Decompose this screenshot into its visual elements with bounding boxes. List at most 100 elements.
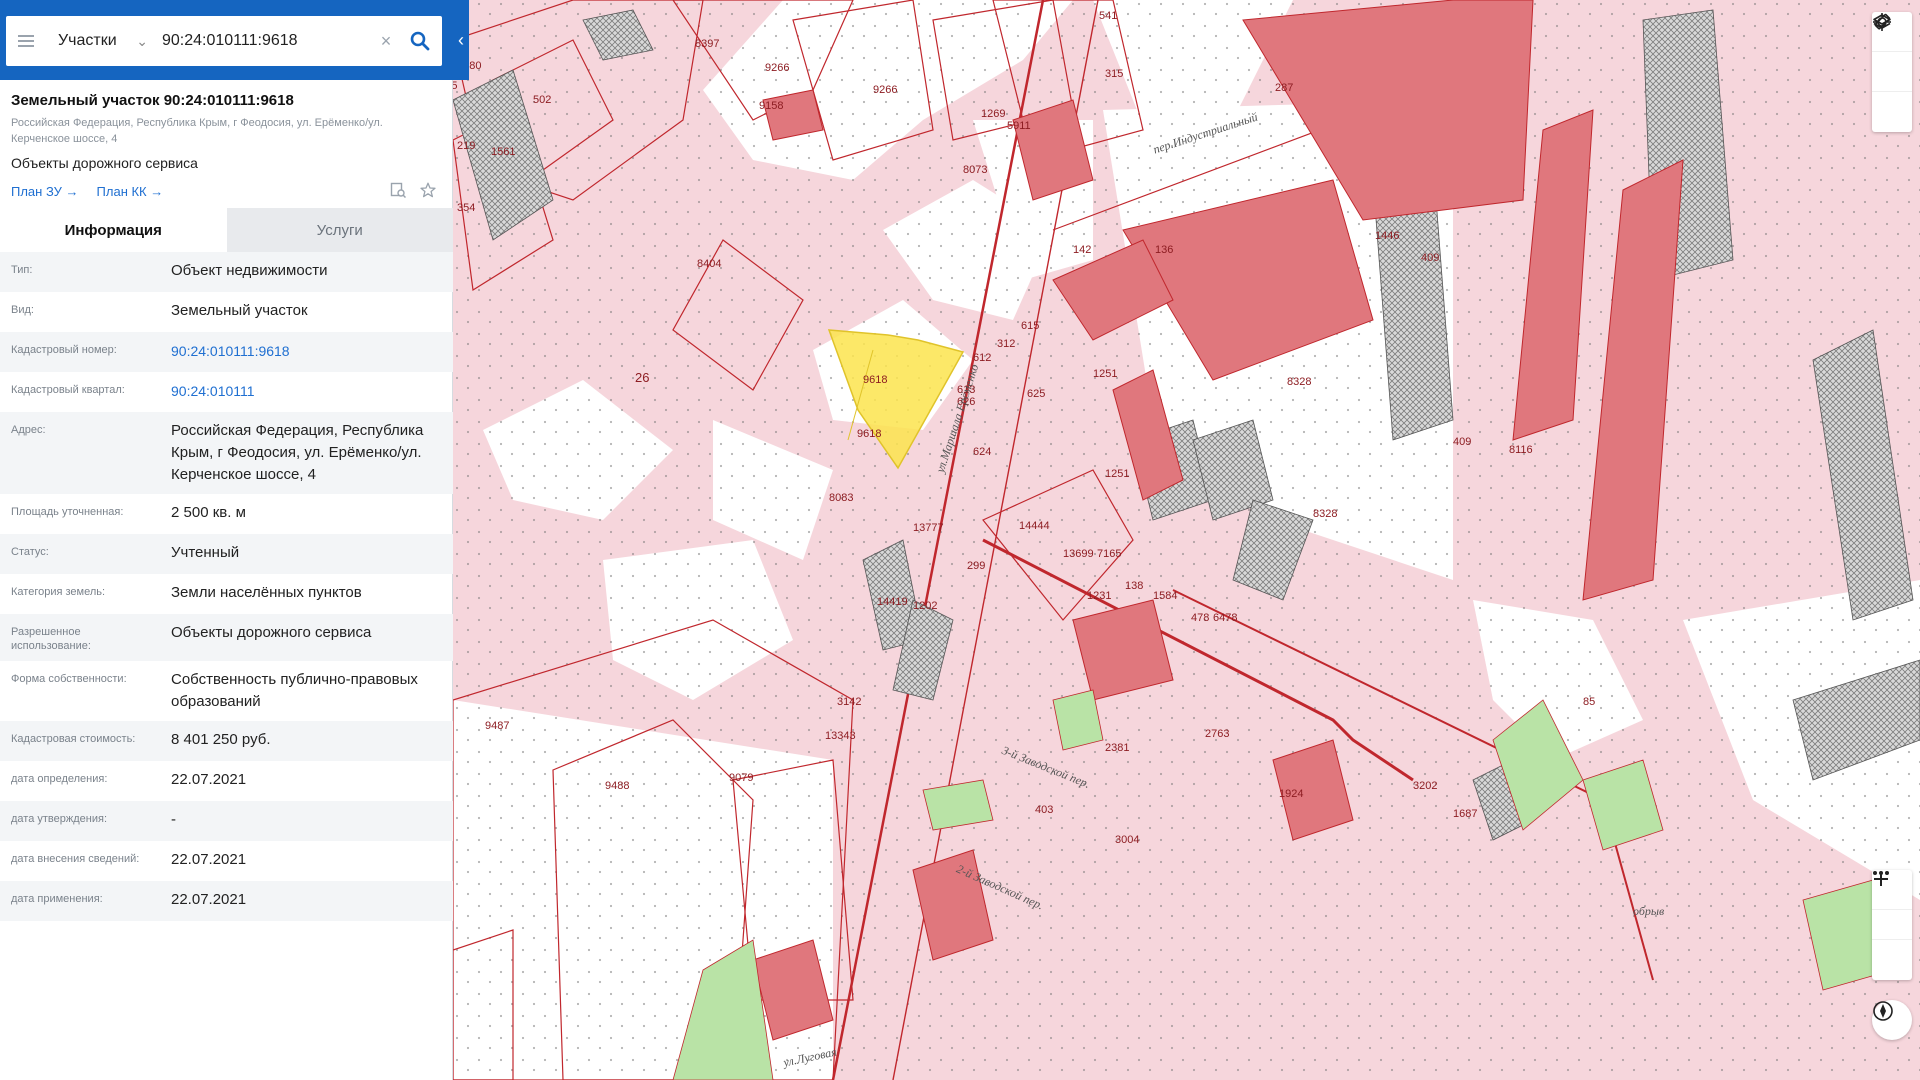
info-key: Кадастровая стоимость:: [11, 733, 136, 745]
parcel-label: 502: [533, 94, 552, 106]
parcel-label: 3202: [1413, 780, 1438, 792]
info-key: дата утверждения:: [11, 813, 108, 825]
parcel-label: 142: [1073, 244, 1092, 256]
info-value: 22.07.2021: [171, 771, 247, 788]
parcel-label: 1251: [1105, 468, 1130, 480]
cadastral-quarter-link[interactable]: 90:24:010111: [161, 380, 443, 402]
parcel-label: 26: [635, 370, 650, 385]
info-value: -: [171, 811, 176, 828]
parcel-label: 409: [1421, 252, 1440, 264]
search-type-label: Участки: [58, 32, 117, 49]
parcel-label: 8404: [697, 258, 722, 270]
info-value: Земельный участок: [171, 302, 308, 319]
info-value: Объекты дорожного сервиса: [171, 624, 372, 641]
info-table: Тип: Объект недвижимости Вид: Земельный уч…: [0, 252, 453, 921]
parcel-label-9618: 9618: [857, 428, 882, 440]
parcel-label: 1231: [1087, 590, 1112, 602]
cadastral-map[interactable]: 8397 9266 9266 8080 1625 502 1561 9158 1…: [453, 0, 1920, 1080]
tab-information[interactable]: Информация: [0, 208, 227, 252]
info-value: Российская Федерация, Республика Крым, г…: [171, 422, 424, 483]
info-value: 8 401 250 руб.: [171, 731, 271, 748]
parcel-label: 624: [973, 446, 992, 458]
object-address-line2: Керченское шоссе, 4: [11, 133, 118, 145]
panel-tabs: Информация Услуги: [0, 208, 453, 252]
zoom-controls: [1872, 870, 1912, 980]
clear-icon[interactable]: ×: [374, 31, 398, 52]
parcel-label: 9158: [759, 100, 784, 112]
parcel-label: 1202: [913, 600, 938, 612]
parcel-label: 1625: [453, 80, 458, 92]
search-icon[interactable]: [398, 16, 442, 66]
parcel-label: 14444: [1019, 520, 1050, 532]
parcel-label: 9266: [873, 84, 898, 96]
search-type-select[interactable]: Участки ⌄: [46, 32, 156, 50]
info-value: 22.07.2021: [171, 851, 247, 868]
parcel-label: 219: [457, 140, 476, 152]
parcel-label: 2381: [1105, 742, 1130, 754]
parcel-label: 1561: [491, 146, 516, 158]
parcel-label: 8328: [1287, 376, 1312, 388]
app-root: Участки ⌄ × ‹ Земельный участок 90:24:01…: [0, 0, 1920, 1080]
zoom-out-icon[interactable]: [1872, 878, 1912, 980]
info-row-permitted-use: Разрешенное использование: Объекты дорожн…: [0, 614, 453, 661]
parcel-label: 1924: [1279, 788, 1304, 800]
search-bar: Участки ⌄ × ‹: [0, 0, 469, 80]
ruler-icon[interactable]: [1872, 13, 1912, 92]
parcel-label: 1446: [1375, 230, 1400, 242]
parcel-label: 14419: [877, 596, 908, 608]
tab-services[interactable]: Услуги: [226, 208, 453, 252]
info-row-land-category: Категория земель: Земли населённых пункто…: [0, 574, 453, 614]
parcel-label: 478: [1191, 612, 1210, 624]
parcel-label: 612: [973, 352, 992, 364]
parcel-label: 9079: [729, 772, 754, 784]
object-title: Земельный участок 90:24:010111:9618: [11, 92, 294, 109]
info-value: 2 500 кв. м: [171, 504, 246, 521]
parcel-label: 8328: [1313, 508, 1338, 520]
info-row-cadastral-number: Кадастровый номер: 90:24:010111:9618: [0, 332, 453, 372]
info-value: Земли населённых пунктов: [171, 584, 362, 601]
info-key: Кадастровый номер:: [11, 344, 117, 356]
map-tools: [1872, 12, 1912, 132]
more-icon[interactable]: [1872, 871, 1912, 940]
parcel-label: 8116: [1509, 444, 1533, 456]
info-key: Тип:: [11, 264, 33, 276]
street-label: обрыв: [1633, 904, 1665, 918]
info-row-cadastral-quarter: Кадастровый квартал: 90:24:010111: [0, 372, 453, 412]
parcel-label: 1251: [1093, 368, 1118, 380]
object-address-line1: Российская Федерация, Республика Крым, г…: [11, 117, 383, 129]
parcel-label: 287: [1275, 82, 1294, 94]
info-row-address: Адрес: Российская Федерация, Республика К…: [0, 412, 453, 494]
menu-icon[interactable]: [6, 16, 46, 66]
cadastral-number-link[interactable]: 90:24:010111:9618: [161, 340, 443, 362]
plan-zu-link[interactable]: План ЗУ →: [11, 184, 79, 199]
object-card-header: Земельный участок 90:24:010111:9618 Росс…: [0, 80, 453, 201]
parcel-label: 1687: [1453, 808, 1478, 820]
info-row-area: Площадь уточненная: 2 500 кв. м: [0, 494, 453, 534]
parcel-label: 13699: [1063, 548, 1094, 560]
info-row-cadastral-value: Кадастровая стоимость: 8 401 250 руб.: [0, 721, 453, 761]
info-row-date-determined: дата определения: 22.07.2021: [0, 761, 453, 801]
print-preview-icon[interactable]: [389, 181, 407, 199]
info-key: Кадастровый квартал:: [11, 384, 125, 396]
info-key: Статус:: [11, 546, 49, 558]
locate-icon[interactable]: [1872, 13, 1912, 132]
parcel-label: 85: [1583, 696, 1596, 708]
info-row-date-approved: дата утверждения: -: [0, 801, 453, 841]
info-key: Площадь уточненная:: [11, 506, 124, 518]
search-input[interactable]: [156, 16, 374, 66]
star-icon[interactable]: [419, 181, 437, 199]
parcel-label-9618: 9618: [863, 374, 888, 386]
info-value: 22.07.2021: [171, 891, 247, 908]
parcel-label: 13343: [825, 730, 856, 742]
plan-kk-link[interactable]: План КК →: [97, 184, 164, 199]
collapse-panel-button[interactable]: ‹: [453, 0, 469, 80]
info-row-ownership: Форма собственности: Собственность публич…: [0, 661, 453, 721]
parcel-label: 13777: [913, 522, 944, 534]
parcel-label: 3142: [837, 696, 862, 708]
compass-icon[interactable]: [1872, 1000, 1912, 1040]
parcel-label: 541: [1099, 10, 1118, 22]
info-key: Форма собственности:: [11, 673, 127, 685]
info-key: дата внесения сведений:: [11, 853, 140, 865]
parcel-label: 1584: [1153, 590, 1178, 602]
parcel-label: 136: [1155, 244, 1174, 256]
